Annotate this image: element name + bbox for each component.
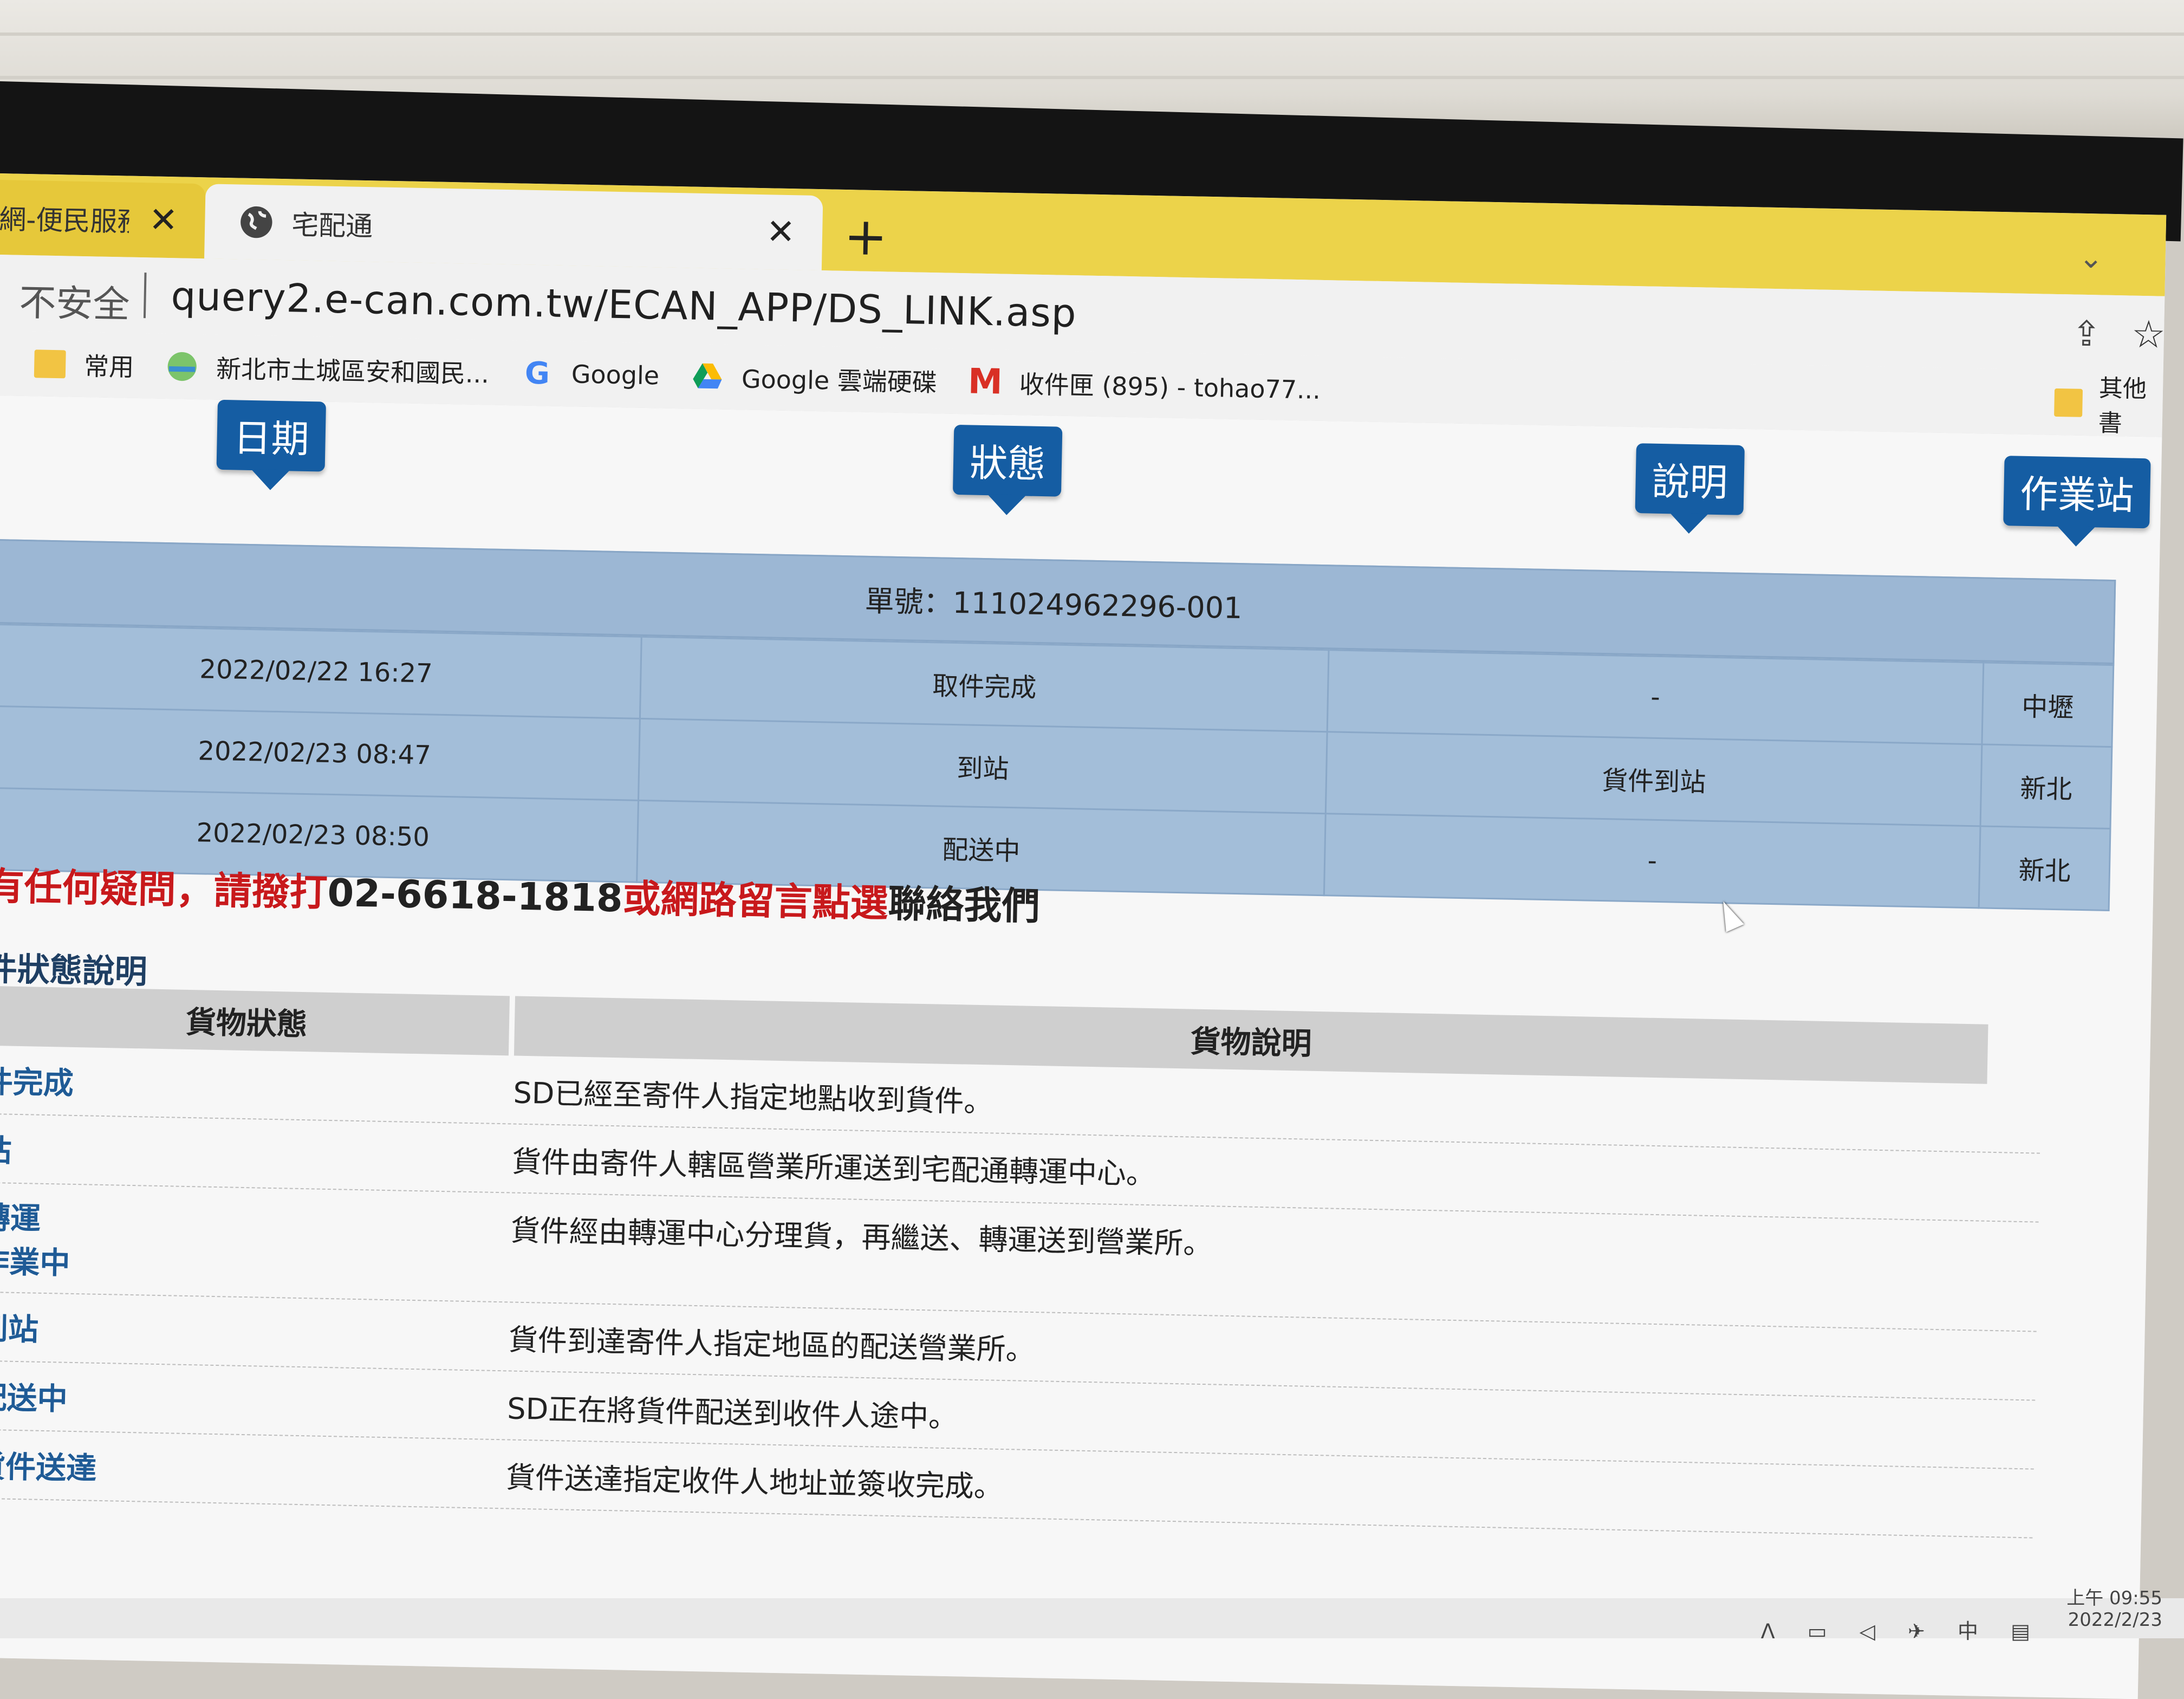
legend-header-status: 貨物狀態 bbox=[0, 985, 510, 1056]
folder-icon bbox=[34, 348, 66, 380]
google-drive-icon bbox=[692, 361, 724, 393]
column-header-description: 說明 bbox=[1635, 443, 1745, 515]
bookmark-label: 新北市土城區安和國民... bbox=[216, 354, 490, 389]
ceiling-line bbox=[0, 76, 2184, 79]
tab-search-chevron-icon[interactable]: ⌄ bbox=[2078, 241, 2103, 275]
system-clock[interactable]: 上午 09:55 2022/2/23 bbox=[2066, 1587, 2162, 1631]
bookmark-label: 常用 bbox=[83, 352, 134, 382]
bookmark-star-icon[interactable]: ☆ bbox=[2131, 312, 2166, 357]
legend-status-multiline: 轉運 作業中 bbox=[0, 1183, 511, 1302]
tab-title: 宅配通 bbox=[291, 209, 373, 243]
contact-text: 有任何疑問，請撥打 bbox=[0, 864, 328, 915]
bookmark-school[interactable]: 新北市土城區安和國民... bbox=[166, 348, 490, 390]
other-bookmarks[interactable]: 其他書 bbox=[2053, 370, 2163, 437]
cell-status: 到站 bbox=[638, 718, 1328, 814]
bookmark-label: 其他書 bbox=[2098, 374, 2147, 438]
status-legend-table: 貨物狀態 貨物說明 件完成 SD已經至寄件人指定地點收到貨件。 站 貨件由寄件人… bbox=[0, 985, 2043, 1539]
cell-description: - bbox=[1324, 813, 1981, 908]
cell-status: 取件完成 bbox=[640, 637, 1329, 732]
cell-station: 中壢 bbox=[1982, 662, 2114, 747]
ceiling-line bbox=[0, 33, 2184, 36]
divider bbox=[143, 273, 147, 319]
not-secure-indicator[interactable]: 不安全 bbox=[19, 273, 131, 328]
legend-status: 到站 bbox=[0, 1311, 39, 1348]
bookmark-google[interactable]: G Google bbox=[521, 355, 660, 392]
bookmark-gmail[interactable]: M 收件匣 (895) - tohao77... bbox=[967, 361, 1321, 406]
online-message-link[interactable]: 或網路留言點選 bbox=[622, 876, 888, 925]
cell-description: 貨件到站 bbox=[1325, 731, 1982, 826]
legend-status: 貨件送達 bbox=[0, 1449, 97, 1487]
clock-date: 2022/2/23 bbox=[2068, 1609, 2162, 1631]
column-header-date: 日期 bbox=[216, 399, 327, 472]
share-icon[interactable]: ⇪ bbox=[2071, 314, 2101, 354]
tab-close-icon[interactable]: ✕ bbox=[148, 200, 178, 241]
gmail-icon: M bbox=[967, 361, 1003, 403]
bookmark-label: 收件匣 (895) - tohao77... bbox=[1019, 369, 1321, 405]
bookmark-label: Google bbox=[571, 359, 660, 391]
contact-us-link[interactable]: 聯絡我們 bbox=[888, 881, 1041, 929]
legend-status: 配送中 bbox=[0, 1380, 68, 1417]
new-tab-button[interactable]: + bbox=[843, 206, 888, 268]
clock-time: 上午 09:55 bbox=[2066, 1587, 2162, 1609]
cell-station: 新北 bbox=[1979, 826, 2110, 911]
folder-icon bbox=[2054, 388, 2083, 417]
cell-date: 2022/02/23 08:47 bbox=[0, 706, 640, 801]
google-icon: G bbox=[524, 355, 550, 392]
tab-ecan-service[interactable]: 網-便民服務 ✕ bbox=[0, 179, 206, 259]
column-header-status: 狀態 bbox=[952, 424, 1063, 497]
globe-icon bbox=[240, 206, 272, 238]
bookmark-frequent[interactable]: 常用 bbox=[34, 346, 134, 384]
url-input[interactable]: query2.e-can.com.tw/ECAN_APP/DS_LINK.asp bbox=[171, 273, 1077, 336]
system-tray-icons[interactable]: ᐱ ▭ ◁ ✈ 中 ▤ bbox=[1761, 1614, 2043, 1644]
cell-date: 2022/02/22 16:27 bbox=[0, 624, 642, 719]
bookmark-label: Google 雲端硬碟 bbox=[741, 364, 938, 398]
monitor-screen: 網-便民服務 ✕ 宅配通 ✕ + ⌄ 不安全 query2.e-can.com.… bbox=[0, 173, 2167, 1699]
tracking-table: 單號：111024962296-001 2022/02/22 16:27 取件完… bbox=[0, 539, 2116, 911]
legend-status: 件完成 bbox=[0, 1064, 74, 1101]
cell-description: - bbox=[1327, 650, 1984, 744]
tab-title: 網-便民服務 bbox=[0, 203, 130, 238]
status-legend-title: 件狀態說明 bbox=[0, 950, 148, 991]
bookmark-google-drive[interactable]: Google 雲端硬碟 bbox=[692, 359, 938, 399]
column-header-station: 作業站 bbox=[2003, 456, 2151, 529]
tab-close-icon[interactable]: ✕ bbox=[766, 212, 796, 252]
tab-ecan-tracking[interactable]: 宅配通 ✕ bbox=[204, 184, 823, 271]
legend-status: 站 bbox=[0, 1133, 12, 1169]
contact-phone: 02-6618-1818 bbox=[327, 870, 623, 921]
tracking-page: 日期 狀態 說明 作業站 單號：111024962296-001 2022/02… bbox=[0, 395, 2162, 1699]
cell-station: 新北 bbox=[1980, 744, 2112, 829]
school-logo-icon bbox=[166, 351, 198, 382]
